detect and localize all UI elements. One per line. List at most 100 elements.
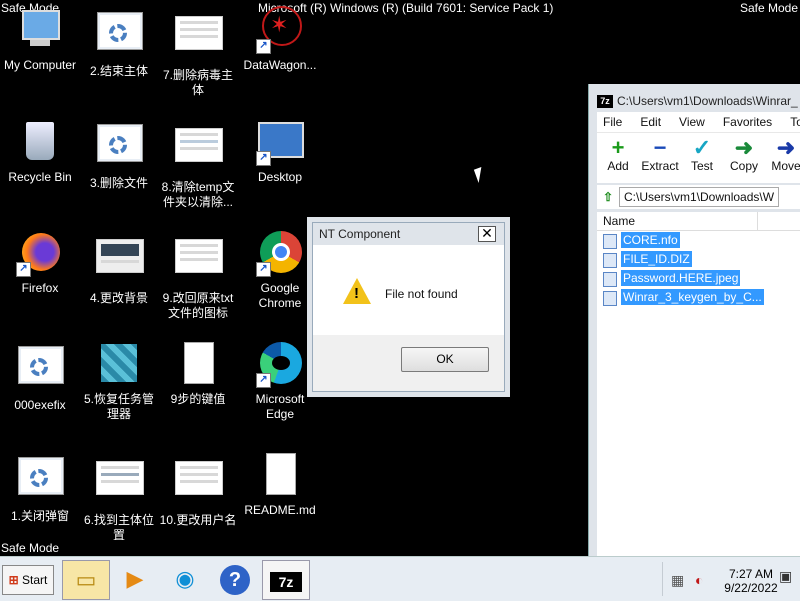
clock-date: 9/22/2022 bbox=[724, 581, 778, 595]
file-row[interactable]: Password.HERE.jpeg bbox=[597, 269, 800, 288]
firefox-icon: ↗ bbox=[16, 229, 64, 277]
move-label: Move bbox=[771, 159, 800, 173]
desktop-icon-step9-keys[interactable]: 9步的键值 bbox=[158, 340, 238, 407]
extract-button[interactable]: − Extract bbox=[639, 135, 681, 174]
sevenzip-window: 7z C:\Users\vm1\Downloads\Winrar_ File Edi… bbox=[588, 84, 800, 558]
menu-edit[interactable]: Edit bbox=[634, 112, 667, 129]
desktop-icon-label: 3.删除文件 bbox=[89, 176, 148, 190]
screenshot-thumbnail-icon bbox=[174, 239, 223, 287]
desktop-icon-label: Desktop bbox=[257, 170, 303, 184]
desktop-icon-clear-temp[interactable]: 8.清除temp文 件夹以清除... bbox=[158, 118, 238, 210]
settings-window-icon bbox=[16, 346, 64, 394]
desktop-icon-label: 4.更改背景 bbox=[89, 291, 148, 305]
sevenzip-logo-icon: 7z bbox=[597, 95, 613, 109]
desktop-icon-restore-txt-icon[interactable]: 9.改回原来txt 文件的图标 bbox=[158, 229, 238, 321]
desktop-icon-label: 6.找到主体位 置 bbox=[83, 513, 154, 542]
test-label: Test bbox=[690, 159, 713, 173]
sevenzip-toolbar: + Add − Extract ✓ Test ➜ Copy ➜ Move bbox=[597, 132, 800, 183]
desktop-icon-end-main[interactable]: 2.结束主体 bbox=[79, 6, 159, 79]
clock[interactable]: 7:27 AM 9/22/2022 bbox=[721, 567, 781, 595]
desktop-icon-google-chrome[interactable]: ↗ Google Chrome bbox=[240, 229, 320, 311]
document-icon bbox=[256, 451, 304, 499]
desktop-icon-restore-taskmgr[interactable]: 5.恢复任务管 理器 bbox=[79, 340, 159, 422]
close-icon[interactable]: ✕ bbox=[478, 226, 496, 242]
file-row[interactable]: Winrar_3_keygen_by_C... bbox=[597, 288, 800, 307]
desktop-icon-delete-files[interactable]: 3.删除文件 bbox=[79, 118, 159, 191]
sevenzip-title-bar[interactable]: 7z C:\Users\vm1\Downloads\Winrar_ bbox=[597, 91, 800, 111]
test-icon: ✓ bbox=[692, 135, 712, 160]
edge-icon: ↗ bbox=[256, 340, 304, 388]
path-field[interactable]: C:\Users\vm1\Downloads\W bbox=[619, 187, 780, 207]
address-bar: ⇧ C:\Users\vm1\Downloads\W bbox=[597, 185, 800, 209]
test-button[interactable]: ✓ Test bbox=[681, 135, 723, 174]
desktop-icon-readme[interactable]: README.md bbox=[240, 451, 320, 518]
dialog-title-bar[interactable]: NT Component ✕ bbox=[313, 223, 504, 245]
menu-view[interactable]: View bbox=[673, 112, 711, 129]
up-folder-icon[interactable]: ⇧ bbox=[597, 190, 619, 204]
file-row[interactable]: CORE.nfo bbox=[597, 231, 800, 250]
media-player-icon: ▶ bbox=[126, 566, 144, 591]
warning-mark: ! bbox=[354, 285, 359, 302]
sevenzip-icon: 7z bbox=[270, 572, 302, 592]
file-name: CORE.nfo bbox=[621, 232, 680, 248]
move-icon: ➜ bbox=[776, 135, 796, 160]
desktop-icon-recycle-bin[interactable]: Recycle Bin bbox=[0, 118, 80, 185]
screenshot-thumbnail-icon bbox=[95, 239, 144, 287]
desktop-icon-firefox[interactable]: ↗ Firefox bbox=[0, 229, 80, 296]
system-tray: ▦ ◐ 7:27 AM 9/22/2022 ▣ bbox=[662, 562, 800, 596]
desktop-icon-000exefix[interactable]: 000exefix bbox=[0, 340, 80, 413]
desktop-icon-label: Recycle Bin bbox=[8, 170, 72, 184]
desktop-icon-find-main[interactable]: 6.找到主体位 置 bbox=[79, 451, 159, 543]
menu-tools[interactable]: Tools bbox=[784, 112, 800, 129]
taskbar-explorer-button[interactable]: ▭ bbox=[62, 560, 110, 600]
help-icon: ? bbox=[220, 565, 250, 595]
ok-button[interactable]: OK bbox=[401, 347, 489, 372]
desktop-icon-label: 5.恢复任务管 理器 bbox=[83, 392, 154, 421]
file-row[interactable]: FILE_ID.DIZ bbox=[597, 250, 800, 269]
desktop-icon-label: 9.改回原来txt 文件的图标 bbox=[162, 291, 234, 320]
move-button[interactable]: ➜ Move bbox=[765, 135, 800, 174]
add-button[interactable]: + Add bbox=[597, 137, 639, 174]
copy-button[interactable]: ➜ Copy bbox=[723, 135, 765, 174]
text-file-icon bbox=[174, 340, 222, 388]
desktop-icon-label: 000exefix bbox=[14, 398, 66, 412]
desktop-icon-desktop[interactable]: ↗ Desktop bbox=[240, 118, 320, 185]
safe-mode-label-bottom-left: Safe Mode bbox=[1, 541, 60, 555]
desktop-icon-label: My Computer bbox=[3, 58, 77, 72]
desktop-icon-my-computer[interactable]: My Computer bbox=[0, 6, 80, 73]
taskbar-help-button[interactable]: ? bbox=[212, 560, 258, 598]
file-icon bbox=[603, 234, 617, 249]
edge-icon: ◉ bbox=[175, 566, 195, 591]
show-desktop-icon[interactable]: ▣ bbox=[779, 568, 792, 585]
chrome-icon: ↗ bbox=[256, 229, 304, 277]
network-icon[interactable]: ▦ bbox=[671, 572, 684, 589]
column-header-name[interactable]: Name bbox=[597, 212, 800, 231]
dialog-footer: OK bbox=[313, 335, 504, 391]
desktop-icon-datawagon[interactable]: ✶ ↗ DataWagon... bbox=[240, 6, 320, 73]
shortcut-arrow-icon: ↗ bbox=[256, 39, 271, 54]
settings-window-icon bbox=[16, 457, 64, 505]
desktop-icon-change-background[interactable]: 4.更改背景 bbox=[79, 229, 159, 306]
clock-time: 7:27 AM bbox=[728, 567, 774, 581]
menu-favorites[interactable]: Favorites bbox=[717, 112, 778, 129]
desktop-icon-close-popup[interactable]: 1.关闭弹窗 bbox=[0, 451, 80, 524]
volume-muted-icon[interactable]: ◐ bbox=[695, 572, 703, 588]
copy-icon: ➜ bbox=[734, 135, 754, 160]
extract-icon: − bbox=[653, 135, 667, 160]
screenshot-thumbnail-icon bbox=[174, 128, 223, 176]
taskbar-7zip-button[interactable]: 7z bbox=[262, 560, 310, 600]
desktop-icon-label: 2.结束主体 bbox=[89, 64, 148, 78]
menu-file[interactable]: File bbox=[597, 112, 628, 129]
shortcut-arrow-icon: ↗ bbox=[256, 262, 271, 277]
recycle-bin-icon bbox=[16, 118, 64, 166]
pentagram-icon: ✶ ↗ bbox=[256, 6, 304, 54]
taskbar-media-player-button[interactable]: ▶ bbox=[112, 560, 158, 598]
desktop-icon-microsoft-edge[interactable]: ↗ Microsoft Edge bbox=[240, 340, 320, 422]
desktop-icon-label: 1.关闭弹窗 bbox=[10, 509, 69, 523]
taskbar-edge-button[interactable]: ◉ bbox=[162, 560, 208, 598]
desktop-icon-change-username[interactable]: 10.更改用户名 bbox=[158, 451, 238, 528]
nt-component-dialog: NT Component ✕ ! File not found OK bbox=[312, 222, 505, 392]
settings-window-icon bbox=[95, 124, 143, 172]
start-button[interactable]: ⊞ Start bbox=[2, 565, 54, 595]
desktop-icon-delete-virus-main[interactable]: 7.删除病毒主 体 bbox=[158, 6, 238, 98]
